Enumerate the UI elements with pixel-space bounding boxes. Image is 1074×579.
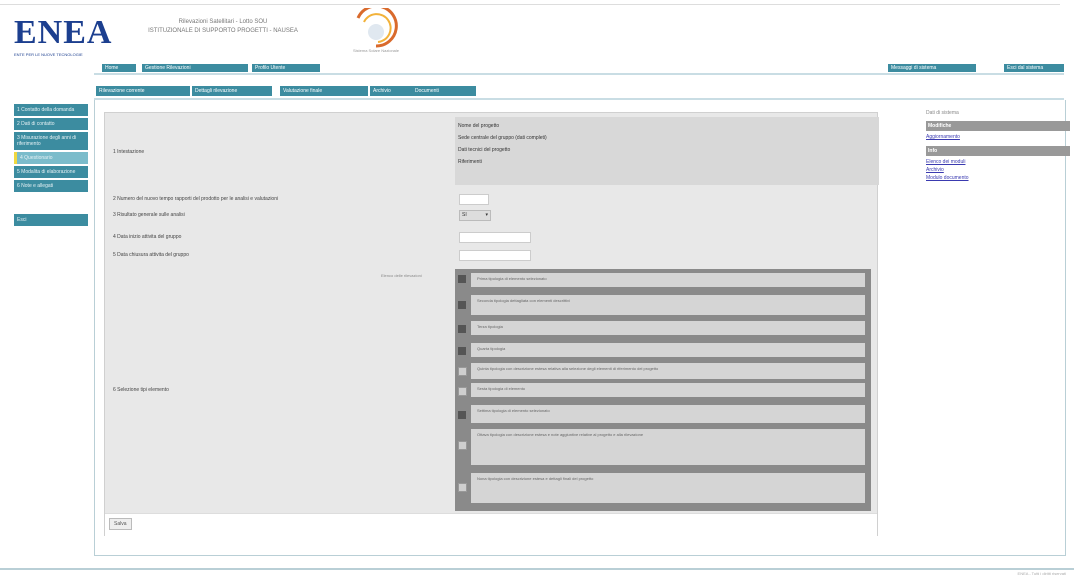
row-icon [458,301,466,309]
right-link-aggiornamento[interactable]: Aggiornamento [926,134,1070,140]
logo-text: ENEA [14,14,113,51]
q1-detail-4: Riferimenti [458,159,482,165]
q3-label: 3 Risultato generale sulle analisi [113,212,185,218]
form-row-2: 2 Numero del nuovo tempo rapporti del pr… [105,193,877,205]
q4-label: 4 Data inizio attivita del gruppo [113,234,182,240]
row-icon [458,275,466,283]
nav-gestione[interactable]: Gestione Rilevazioni [142,64,248,72]
form-panel: 1 Intestazione Nome del progetto Sede ce… [104,112,879,536]
list-item[interactable]: Quinta tipologia con descrizione estesa … [471,363,865,379]
sidebar-item-esci[interactable]: Esci [14,214,88,226]
save-button[interactable]: Salva [109,518,132,530]
list-item[interactable]: Settima tipologia di elemento selezionat… [471,405,865,423]
nav-profilo[interactable]: Profilo Utente [252,64,320,72]
right-link-archivio[interactable]: Archivio [926,167,1070,173]
row-icon [458,347,466,355]
list-caption: Elenco delle rilevazioni [381,273,422,278]
enea-logo[interactable]: ENEA ENTE PER LE NUOVE TECNOLOGIE [14,16,118,60]
sidebar-item-5[interactable]: 5 Modalita di elaborazione [14,166,88,178]
q1-details: Nome del progetto Sede centrale del grup… [455,117,879,185]
logo-subtitle: ENTE PER LE NUOVE TECNOLOGIE [14,52,83,57]
sidebar-item-4[interactable]: 4 Questionario [14,152,88,164]
q1-detail-1: Nome del progetto [458,123,500,129]
q1-detail-2: Sede centrale del gruppo (dati completi) [458,135,547,141]
right-bar-modifiche: Modifiche [926,121,1070,131]
row-icon [458,325,466,333]
list-item[interactable]: Ottava tipologia con descrizione estesa … [471,429,865,465]
form-row-1: 1 Intestazione Nome del progetto Sede ce… [105,117,879,185]
row-checkbox[interactable] [458,387,467,396]
row-checkbox[interactable] [458,441,467,450]
right-bar-info: Info [926,146,1070,156]
emblem-caption: Sistema Solare Nazionale [352,48,400,53]
form-row-5: 5 Data chiusura attivita del gruppo [105,249,877,261]
tab-rilevazione[interactable]: Rilevazione corrente [96,86,190,96]
sidebar: 1 Contatto della domanda 2 Dati di conta… [14,104,88,228]
nav-messaggi[interactable]: Messaggi di sistema [888,64,976,72]
q2-input[interactable] [459,194,489,205]
footer-divider [0,568,1074,570]
right-heading: Dati di sistema [926,110,959,116]
q3-select-value: SI [462,212,467,218]
q1-detail-3: Dati tecnici del progetto [458,147,511,153]
sub-nav: Rilevazione corrente Dettagli rilevazion… [94,86,1064,100]
q5-label: 5 Data chiusura attivita del gruppo [113,252,189,258]
selection-list: Prima tipologia di elemento selezionato … [455,269,871,511]
sidebar-item-3[interactable]: 3 Misurazione degli anni di riferimento [14,132,88,150]
list-item[interactable]: Seconda tipologia dettagliata con elemen… [471,295,865,315]
nav-home[interactable]: Home [102,64,136,72]
tab-archivio[interactable]: Archivio [370,86,412,96]
project-title: Rilevazioni Satellitari - Lotto SOU ISTI… [138,18,308,36]
header: ENEA ENTE PER LE NUOVE TECNOLOGIE Rileva… [0,0,1074,62]
nav-esci[interactable]: Esci dal sistema [1004,64,1064,72]
list-item[interactable]: Terza tipologia [471,321,865,335]
q5-date-input[interactable] [459,250,531,261]
sidebar-item-6[interactable]: 6 Note e allegati [14,180,88,192]
right-link-elenco[interactable]: Elenco dei moduli [926,159,1070,165]
form-row-3: 3 Risultato generale sulle analisi SI ▾ [105,209,877,221]
list-item[interactable]: Prima tipologia di elemento selezionato [471,273,865,287]
project-title-line2: ISTITUZIONALE DI SUPPORTO PROGETTI - NAU… [148,28,298,34]
q4-date-input[interactable] [459,232,531,243]
row-checkbox[interactable] [458,483,467,492]
list-item[interactable]: Quarta tipologia [471,343,865,357]
project-title-line1: Rilevazioni Satellitari - Lotto SOU [178,19,268,25]
q1-label: 1 Intestazione [113,149,145,155]
q3-select[interactable]: SI ▾ [459,210,491,221]
row-checkbox[interactable] [458,367,467,376]
tab-documenti[interactable]: Documenti [412,86,476,96]
q6-label: 6 Selezione tipi elemento [113,387,169,393]
emblem-logo: Sistema Solare Nazionale [336,4,416,58]
form-row-4: 4 Data inizio attivita del gruppo [105,231,877,243]
sun-arc-icon [356,4,398,48]
q2-label: 2 Numero del nuovo tempo rapporti del pr… [113,196,279,202]
sidebar-item-2[interactable]: 2 Dati di contatto [14,118,88,130]
tab-dettagli[interactable]: Dettagli rilevazione [192,86,272,96]
sidebar-item-1[interactable]: 1 Contatto della domanda [14,104,88,116]
main-nav: Home Gestione Rilevazioni Profilo Utente… [94,64,1064,75]
form-footer: Salva [105,513,877,536]
list-item[interactable]: Nona tipologia con descrizione estesa e … [471,473,865,503]
chevron-down-icon: ▾ [485,212,488,218]
footer-copyright: ENEA - Tutti i diritti riservati [1017,571,1066,576]
list-item[interactable]: Sesta tipologia di elemento [471,383,865,397]
row-icon [458,411,466,419]
right-panel: Dati di sistema Modifiche Aggiornamento … [926,110,1070,183]
right-link-modulo[interactable]: Modulo documento [926,175,1070,181]
tab-valutazione[interactable]: Valutazione finale [280,86,368,96]
